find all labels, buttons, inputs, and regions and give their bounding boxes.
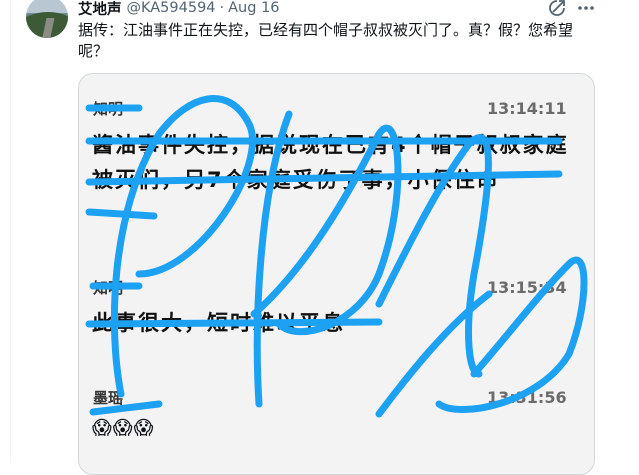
avatar[interactable] <box>26 0 68 38</box>
more-icon[interactable] <box>576 0 596 17</box>
separator-dot: · <box>219 0 225 16</box>
scribble-overlay <box>85 95 588 418</box>
tweet-media-image[interactable]: 知明 13:14:11 酱油事件失控，据说现在已有4个帽子叔叔家庭被灭们，另7个… <box>78 73 595 475</box>
tweet-text: 据传：江油事件正在失控，已经有四个帽子叔叔被灭门了。真？假？您希望呢？ <box>78 21 574 60</box>
author-name[interactable]: 艾地声 <box>78 0 122 19</box>
grok-icon[interactable] <box>548 0 566 17</box>
avatar-sky <box>26 0 68 13</box>
header-actions <box>548 0 596 17</box>
tweet-header: 艾地声 @KA594594 · Aug 16 <box>78 0 280 18</box>
tweet-date[interactable]: Aug 16 <box>228 0 279 16</box>
author-handle[interactable]: @KA594594 <box>127 0 216 16</box>
chat-screenshot: 知明 13:14:11 酱油事件失控，据说现在已有4个帽子叔叔家庭被灭们，另7个… <box>79 74 594 474</box>
